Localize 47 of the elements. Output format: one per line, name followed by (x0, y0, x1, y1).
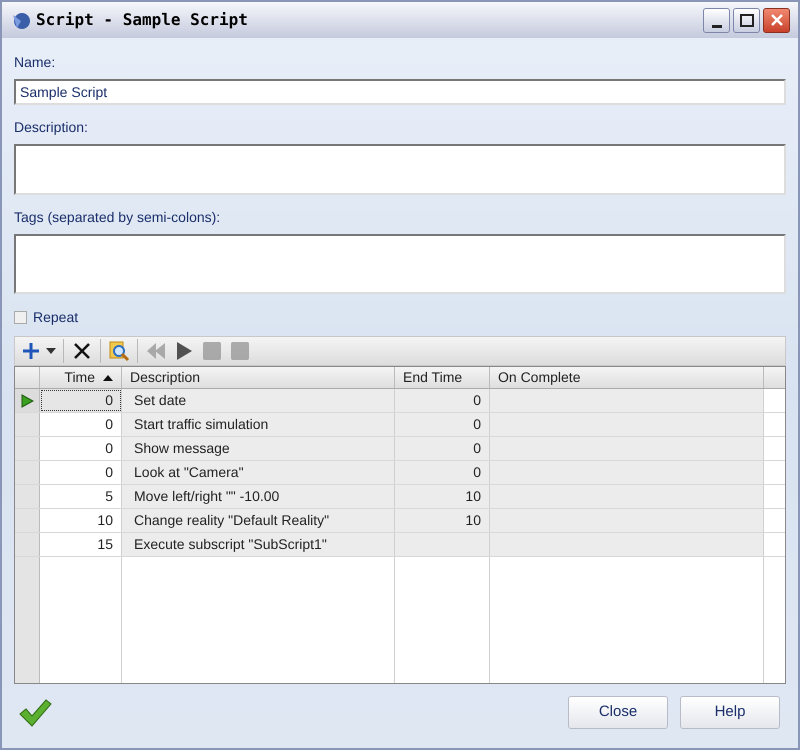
play-icon (174, 341, 194, 361)
square-icon (202, 341, 222, 361)
column-header[interactable]: On Complete (490, 367, 764, 388)
table-cell: Look at "Camera" (122, 461, 395, 484)
column-header[interactable]: Time (40, 367, 122, 388)
table-cell: 0 (395, 461, 490, 484)
description-label: Description: (14, 118, 89, 137)
minimize-button[interactable] (703, 8, 730, 32)
tags-label: Tags (separated by semi-colons): (14, 208, 222, 227)
table-cell: 0 (395, 437, 490, 460)
plus-icon (21, 341, 41, 361)
column-header[interactable]: End Time (395, 367, 490, 388)
table-cell: Execute subscript "SubScript1" (122, 533, 395, 556)
square-icon (230, 341, 250, 361)
minimize-icon (712, 24, 722, 28)
close-button[interactable] (763, 8, 790, 32)
window-title: Script - Sample Script (36, 9, 248, 31)
close-icon (73, 342, 91, 360)
table-cell: 0 (395, 413, 490, 436)
table-cell: Show message (122, 437, 395, 460)
table-cell: 10 (395, 485, 490, 508)
column-header[interactable]: Description (122, 367, 395, 388)
dialog-button[interactable]: Close (568, 696, 668, 729)
table-cell: Change reality "Default Reality" (122, 509, 395, 532)
table-cell: Set date (122, 389, 395, 412)
checkmark-icon (18, 698, 52, 728)
repeat-label: Repeat (33, 308, 78, 327)
name-field[interactable]: Sample Script (14, 79, 786, 105)
repeat-checkbox[interactable] (14, 310, 27, 324)
name-label: Name: (14, 53, 56, 72)
current-row-icon (20, 394, 34, 408)
magnifier-icon (108, 340, 130, 362)
table-cell: 0 (395, 389, 490, 412)
row-header[interactable] (15, 389, 40, 412)
tags-field[interactable] (14, 234, 786, 294)
rewind-icon (145, 341, 167, 361)
maximize-icon (740, 14, 754, 26)
table-cell: Move left/right "" -10.00 (122, 485, 395, 508)
maximize-button[interactable] (733, 8, 760, 32)
table-cell: 0 (40, 389, 122, 412)
caret-icon (46, 348, 56, 354)
sort-ascending-icon (103, 374, 113, 380)
table-cell: Start traffic simulation (122, 413, 395, 436)
description-field[interactable] (14, 144, 786, 195)
table-cell: 10 (395, 509, 490, 532)
close-icon (770, 13, 784, 27)
dialog-button[interactable]: Help (680, 696, 780, 729)
